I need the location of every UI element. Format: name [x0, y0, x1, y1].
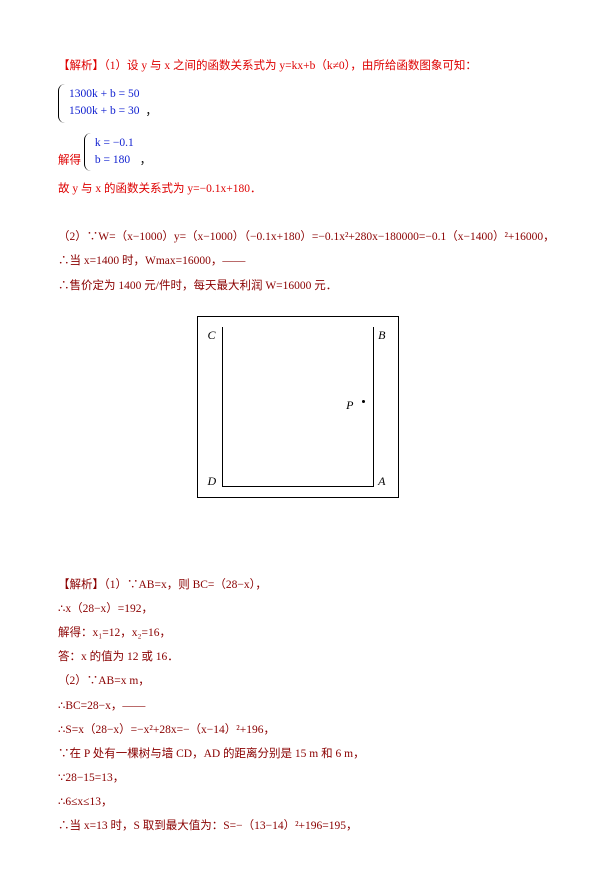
sys1-row2: 1500k + b = 30	[69, 103, 139, 120]
part2-line1: （2）∵W=（x−1000）y=（x−1000）（−0.1x+180）=−0.1…	[58, 225, 537, 249]
label-D: D	[208, 469, 217, 494]
point-P-dot	[362, 400, 365, 403]
label-P: P	[346, 393, 353, 418]
equation-system-1: 1300k + b = 50 1500k + b = 30 ，	[58, 80, 537, 127]
part2-line3: ∴售价定为 1400 元/件时，每天最大利润 W=16000 元．	[58, 274, 537, 298]
s2-line6: ∴BC=28−x，——	[58, 694, 537, 718]
s2-line2: ∴x（28−x）=192，	[58, 597, 537, 621]
s2-line10: ∴6≤x≤13，	[58, 790, 537, 814]
s2-line9: ∵28−15=13，	[58, 766, 537, 790]
figure-rectangle: C B D A P	[197, 316, 399, 498]
s2-line4: 答：x 的值为 12 或 16．	[58, 645, 537, 669]
solve-line: 解得 k = −0.1 b = 180 ，	[58, 129, 537, 176]
label-C: C	[208, 323, 216, 348]
analysis-1-header: 【解析】（1）设 y 与 x 之间的函数关系式为 y=kx+b（k≠0），由所给…	[58, 54, 537, 78]
s2-line3: 解得：x₁=12，x₂=16，	[58, 621, 537, 645]
s2-line11: ∴当 x=13 时，S 取到最大值为：S=−（13−14）²+196=195，	[58, 814, 537, 838]
sys2-row2: b = 180	[95, 152, 134, 169]
s2-line7: ∴S=x（28−x）=−x²+28x=−（x−14）²+196，	[58, 718, 537, 742]
solve-prefix: 解得	[58, 154, 81, 166]
s2-line5: （2）∵AB=x m，	[58, 669, 537, 693]
label-A: A	[378, 469, 385, 494]
sys1-row1: 1300k + b = 50	[69, 86, 139, 103]
sys2-suffix: ，	[140, 154, 152, 166]
sys1-suffix: ，	[145, 105, 157, 117]
part2-line2: ∴当 x=1400 时，Wmax=16000，——	[58, 249, 537, 273]
function-result: 故 y 与 x 的函数关系式为 y=−0.1x+180．	[58, 177, 537, 201]
label-B: B	[378, 323, 385, 348]
s2-line8: ∵在 P 处有一棵树与墙 CD，AD 的距离分别是 15 m 和 6 m，	[58, 742, 537, 766]
sys2-row1: k = −0.1	[95, 135, 134, 152]
s2-line1: 【解析】（1）∵AB=x，则 BC=（28−x），	[58, 573, 537, 597]
